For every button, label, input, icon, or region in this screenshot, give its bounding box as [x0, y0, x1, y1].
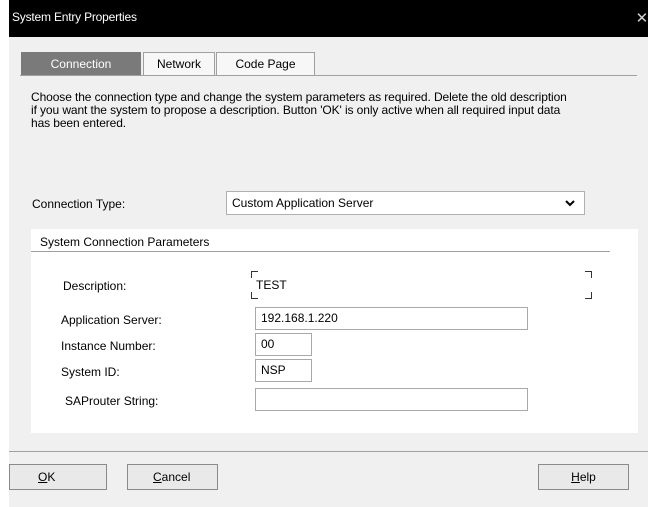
system-id-field[interactable]: NSP: [255, 359, 312, 382]
saprouter-string-field[interactable]: [255, 388, 528, 411]
focus-corner: [251, 271, 258, 278]
group-title: System Connection Parameters: [40, 235, 210, 249]
system-connection-parameters-group: System Connection Parameters Description…: [31, 229, 638, 433]
connection-type-label: Connection Type:: [32, 197, 126, 211]
focus-corner: [585, 271, 592, 278]
instance-number-label: Instance Number:: [61, 339, 156, 353]
cancel-mnemonic: C: [153, 470, 162, 484]
help-button[interactable]: Help: [538, 464, 629, 490]
instructions-line: has been entered.: [31, 116, 127, 130]
application-server-field[interactable]: 192.168.1.220: [255, 307, 528, 330]
description-field[interactable]: TEST: [251, 271, 592, 299]
help-label-rest: elp: [579, 470, 596, 484]
tab-strip: Connection Network Code Page: [9, 37, 648, 77]
chevron-down-icon-svg: [565, 200, 575, 207]
close-icon[interactable]: ✕: [636, 9, 648, 27]
group-divider: [31, 251, 610, 252]
ok-label-rest: K: [47, 470, 56, 484]
tab-connection[interactable]: Connection: [21, 52, 141, 76]
footer-divider: [9, 451, 648, 452]
application-server-label: Application Server:: [61, 313, 162, 327]
description-value: TEST: [256, 278, 287, 292]
connection-type-select[interactable]: Custom Application Server: [226, 191, 585, 215]
tab-network[interactable]: Network: [143, 52, 215, 76]
description-label: Description:: [63, 279, 127, 293]
cancel-label-rest: ancel: [161, 470, 191, 484]
tab-divider: [20, 75, 637, 76]
cancel-button[interactable]: Cancel: [127, 464, 218, 490]
window-title: System Entry Properties: [12, 10, 137, 24]
focus-corner: [585, 292, 592, 299]
instructions-text: Choose the connection type and change th…: [31, 91, 621, 130]
focus-corner: [251, 292, 258, 299]
chevron-down-icon[interactable]: [565, 192, 575, 221]
instance-number-field[interactable]: 00: [255, 333, 312, 356]
help-mnemonic: H: [571, 470, 580, 484]
saprouter-string-label: SAProuter String:: [65, 394, 159, 408]
ok-mnemonic: O: [38, 470, 48, 484]
title-bar: System Entry Properties ✕: [9, 0, 648, 37]
ok-button[interactable]: OK: [9, 464, 107, 490]
tab-code-page[interactable]: Code Page: [216, 52, 315, 76]
dialog-body: Connection Network Code Page Choose the …: [9, 37, 648, 507]
system-id-label: System ID:: [61, 365, 120, 379]
connection-type-value: Custom Application Server: [232, 196, 374, 210]
